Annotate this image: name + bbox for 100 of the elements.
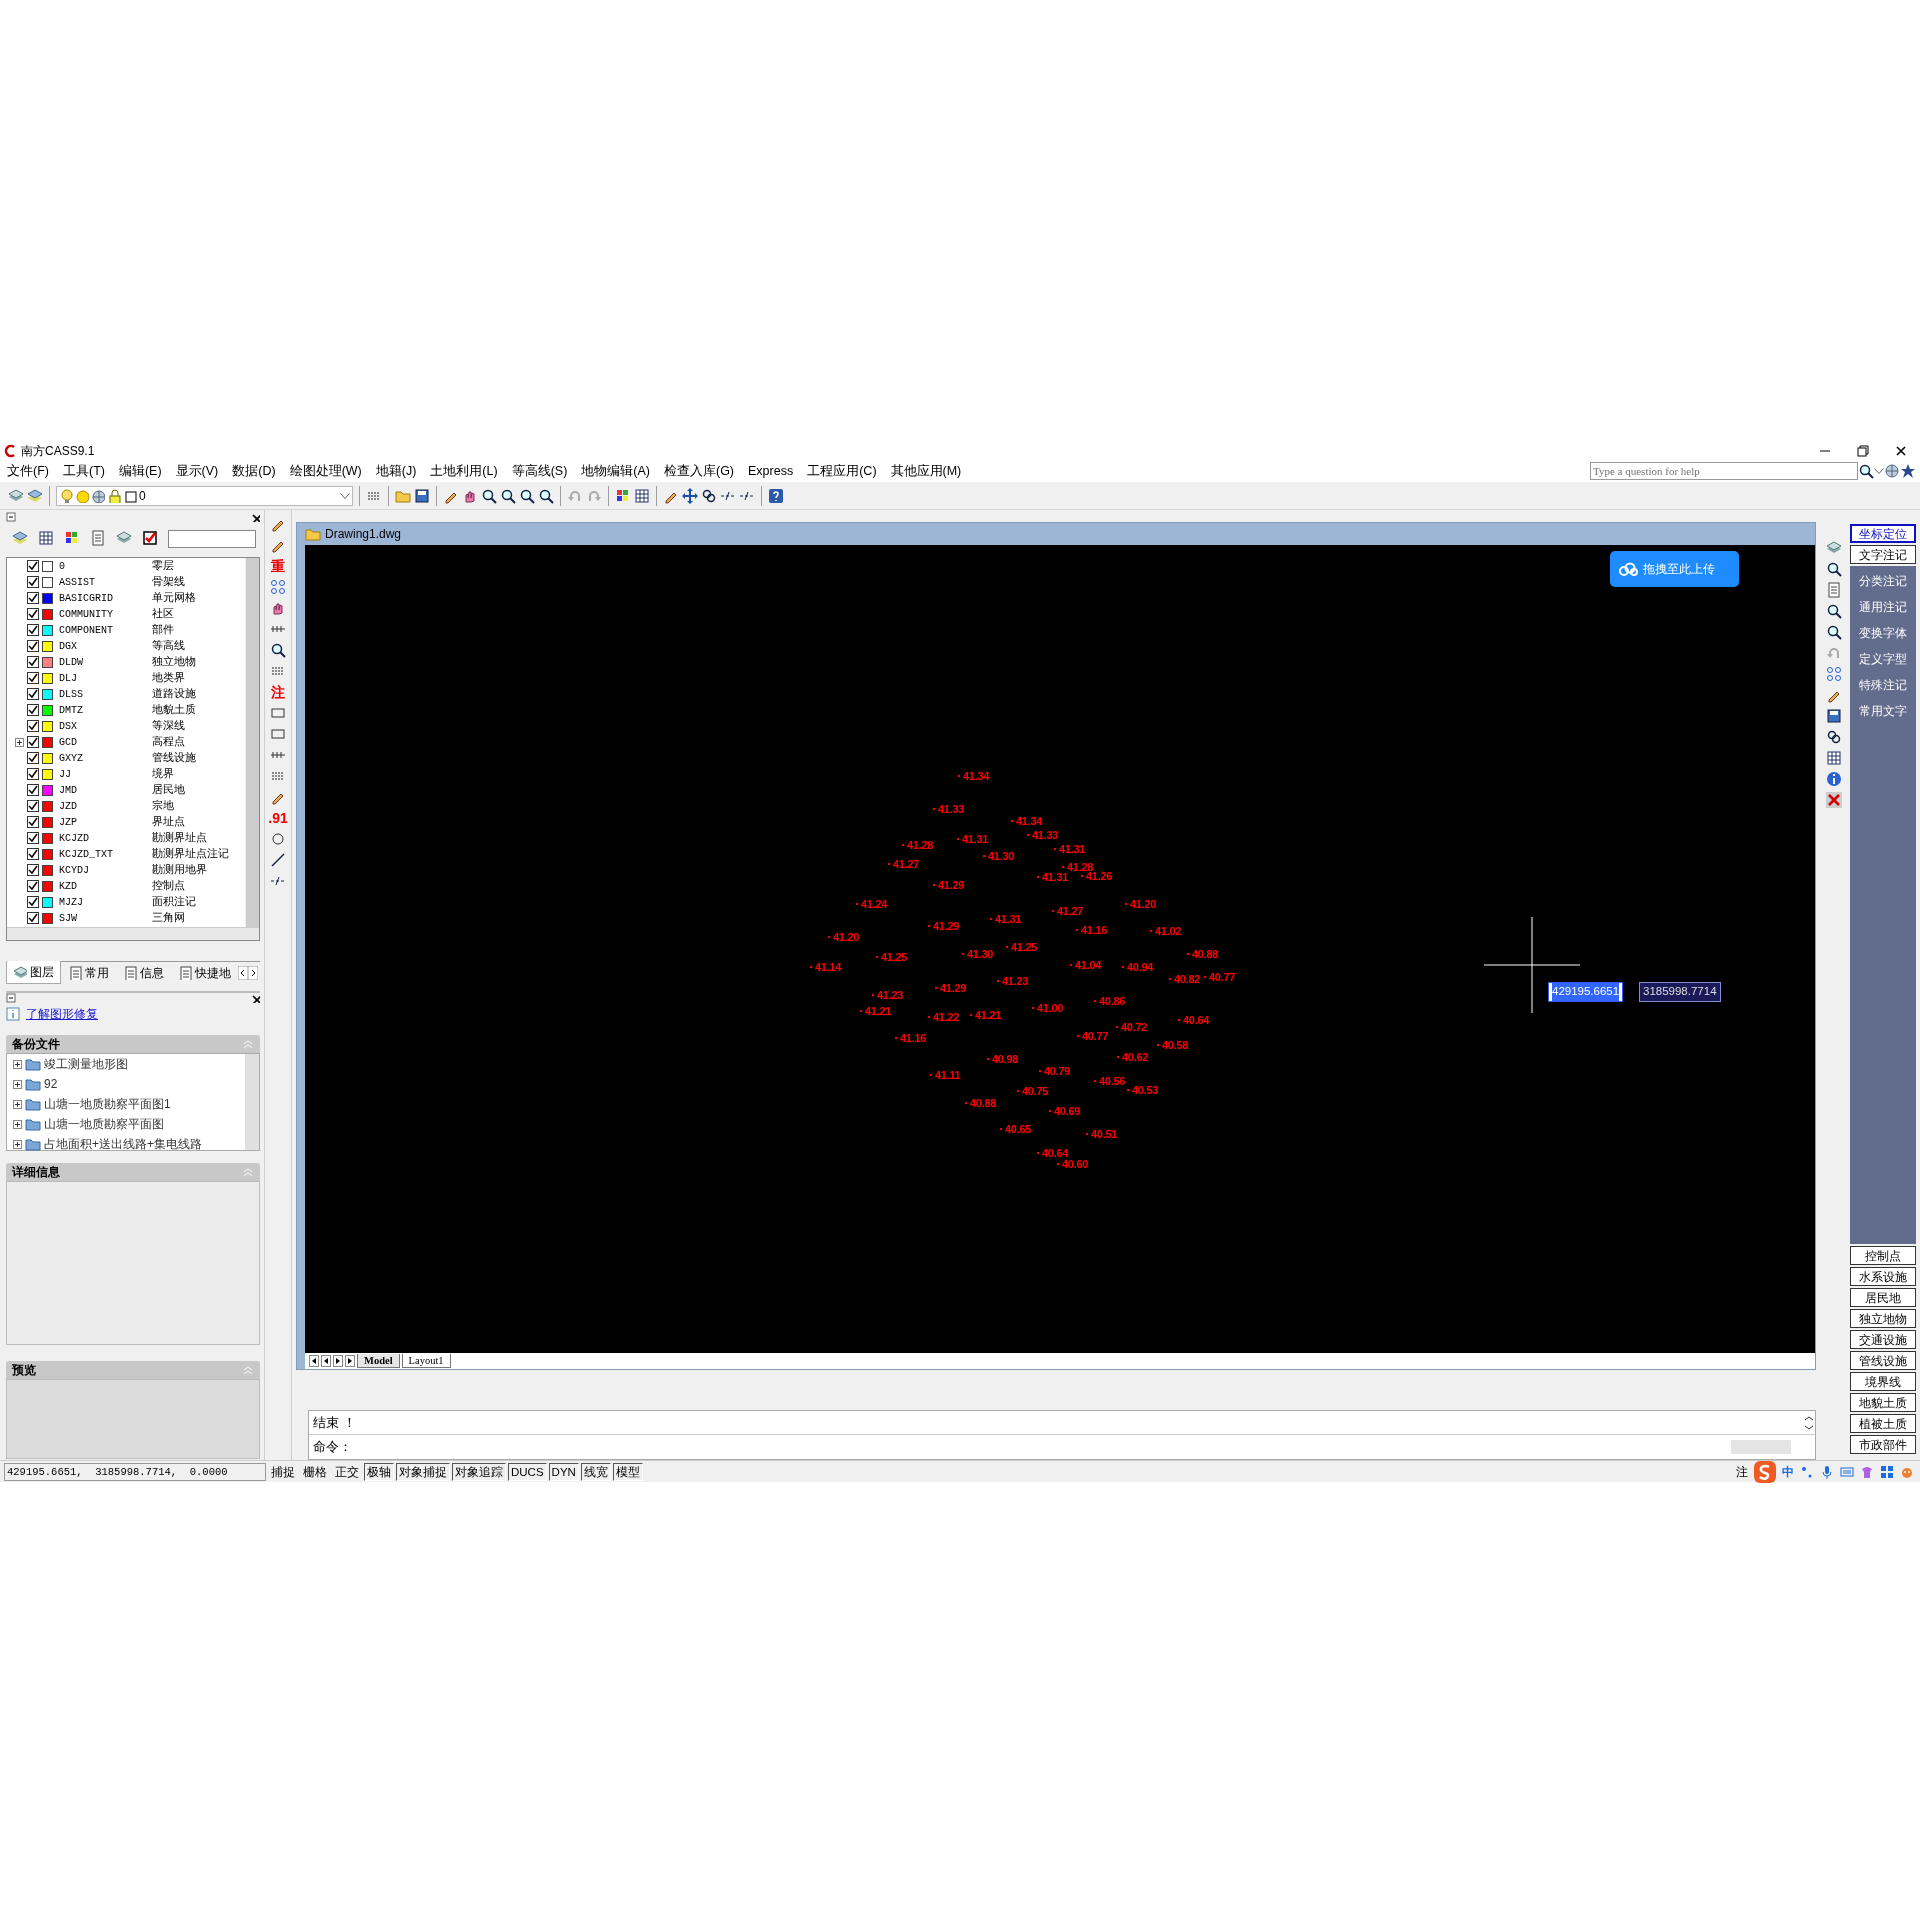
menu-item[interactable]: 数据(D)	[225, 461, 283, 481]
layer-checkbox[interactable]	[27, 736, 39, 748]
layer-checkbox[interactable]	[27, 864, 39, 876]
menu-item[interactable]: 绘图处理(W)	[282, 461, 369, 481]
status-toggle[interactable]: 线宽	[580, 1462, 611, 1481]
layer-color-swatch[interactable]	[42, 912, 53, 924]
nav-first-icon[interactable]	[309, 1355, 319, 1367]
hand-icon[interactable]	[270, 600, 286, 616]
layer-checkbox[interactable]	[27, 768, 39, 780]
layout-tab[interactable]: Model	[357, 1354, 400, 1368]
shirt-icon[interactable]	[1860, 1464, 1874, 1479]
nav-last-icon[interactable]	[345, 1355, 355, 1367]
status-toggle[interactable]: 对象追踪	[452, 1462, 506, 1481]
rect-icon[interactable]	[270, 726, 286, 742]
menu-item[interactable]: 土地利用(L)	[423, 461, 505, 481]
layers-icon[interactable]	[8, 487, 24, 504]
category-button[interactable]: 水系设施	[1850, 1267, 1916, 1286]
panel-item[interactable]: 通用注记	[1859, 598, 1907, 616]
category-button[interactable]: 独立地物	[1850, 1309, 1916, 1328]
layer-checkbox[interactable]	[27, 640, 39, 652]
apps-icon[interactable]	[1880, 1464, 1894, 1479]
punctuation-icon[interactable]	[1800, 1464, 1814, 1479]
layers-icon[interactable]	[27, 487, 43, 504]
minimize-icon[interactable]	[6, 512, 16, 522]
section-header[interactable]: 预览	[6, 1361, 260, 1379]
menu-item[interactable]: 等高线(S)	[504, 461, 575, 481]
menu-item[interactable]: 地物编辑(A)	[574, 461, 657, 481]
category-button[interactable]: 居民地	[1850, 1288, 1916, 1307]
menu-item[interactable]: 检查入库(G)	[656, 461, 742, 481]
search-icon[interactable]	[1858, 463, 1874, 479]
expand-icon[interactable]	[13, 1079, 22, 1089]
category-button[interactable]: 管线设施	[1850, 1351, 1916, 1370]
panel-button[interactable]: 坐标定位	[1850, 524, 1916, 543]
menu-item[interactable]: 文件(F)	[0, 461, 56, 481]
vertical-scrollbar[interactable]	[245, 558, 259, 927]
caret-icon[interactable]	[1874, 468, 1884, 474]
layer-checkbox[interactable]	[27, 880, 39, 892]
layer-checkbox[interactable]	[27, 624, 39, 636]
rect-icon[interactable]	[270, 705, 286, 721]
menu-item[interactable]: 其他应用(M)	[883, 461, 969, 481]
layer-checkbox[interactable]	[27, 848, 39, 860]
layer-color-swatch[interactable]	[42, 752, 53, 764]
minimize-icon[interactable]	[6, 993, 16, 1003]
link-icon[interactable]	[701, 487, 717, 504]
nodes-icon[interactable]	[270, 579, 286, 595]
category-button[interactable]: 植被土质	[1850, 1414, 1916, 1433]
status-toggle[interactable]: 极轴	[364, 1462, 394, 1481]
horizontal-scrollbar[interactable]	[7, 927, 259, 940]
layer-color-swatch[interactable]	[42, 592, 53, 604]
layer-color-swatch[interactable]	[42, 688, 53, 700]
layer-checkbox[interactable]	[27, 752, 39, 764]
panel-item[interactable]: 特殊注记	[1859, 676, 1907, 694]
backup-file-name[interactable]: 占地面积+送出线路+集电线路	[44, 1135, 202, 1153]
status-toggle[interactable]: DUCS	[508, 1462, 547, 1481]
category-button[interactable]: 市政部件	[1850, 1435, 1916, 1454]
recovery-help-link[interactable]: 了解图形修复	[26, 1005, 98, 1023]
layer-checkbox[interactable]	[27, 912, 39, 924]
zoom-icon[interactable]	[519, 487, 535, 504]
help-icon[interactable]	[768, 487, 784, 504]
layer-color-swatch[interactable]	[42, 864, 53, 876]
grid-icon[interactable]	[1826, 750, 1842, 766]
backup-file-name[interactable]: 山塘一地质勘察平面图	[44, 1115, 164, 1133]
help-search-field[interactable]: Type a question for help	[1590, 462, 1858, 480]
palette-icon[interactable]	[615, 487, 631, 504]
layer-color-swatch[interactable]	[42, 704, 53, 716]
layer-color-swatch[interactable]	[42, 576, 53, 588]
layer-checkbox[interactable]	[27, 672, 39, 684]
status-toggle[interactable]: 正交	[332, 1462, 362, 1481]
panel-tab[interactable]: 快捷地	[171, 960, 238, 985]
panel-item[interactable]: 变换字体	[1859, 624, 1907, 642]
nav-prev-icon[interactable]	[321, 1355, 331, 1367]
tool-glyph[interactable]: 注	[271, 684, 285, 700]
status-toggle[interactable]: 模型	[612, 1462, 643, 1481]
layer-color-swatch[interactable]	[42, 656, 53, 668]
layer-color-swatch[interactable]	[42, 832, 53, 844]
layer-filter-field[interactable]	[168, 530, 256, 548]
layer-color-swatch[interactable]	[42, 896, 53, 908]
move-icon[interactable]	[682, 487, 698, 504]
layer-dropdown[interactable]: 0	[56, 485, 353, 506]
category-button[interactable]: 地貌土质	[1850, 1393, 1916, 1412]
backup-file-name[interactable]: 竣工测量地形图	[44, 1055, 128, 1073]
star-icon[interactable]	[1900, 463, 1916, 479]
layer-checkbox[interactable]	[27, 656, 39, 668]
layer-color-swatch[interactable]	[42, 560, 53, 572]
layer-checkbox[interactable]	[27, 832, 39, 844]
category-button[interactable]: 交通设施	[1850, 1330, 1916, 1349]
status-toggle[interactable]: DYN	[548, 1462, 579, 1481]
menu-item[interactable]: 工程应用(C)	[800, 461, 884, 481]
layer-checkbox[interactable]	[27, 560, 39, 572]
panel-button[interactable]: 文字注记	[1850, 545, 1916, 564]
scroll-left-icon[interactable]	[238, 965, 248, 980]
layer-checkbox[interactable]	[27, 592, 39, 604]
menu-item[interactable]: Express	[741, 461, 801, 481]
category-button[interactable]: 控制点	[1850, 1246, 1916, 1265]
layer-color-swatch[interactable]	[42, 784, 53, 796]
grid-icon[interactable]	[634, 487, 650, 504]
layout-tab[interactable]: Layout1	[401, 1354, 451, 1368]
layer-color-swatch[interactable]	[42, 816, 53, 828]
layer-checkbox[interactable]	[27, 800, 39, 812]
zoom-icon[interactable]	[1826, 624, 1842, 640]
